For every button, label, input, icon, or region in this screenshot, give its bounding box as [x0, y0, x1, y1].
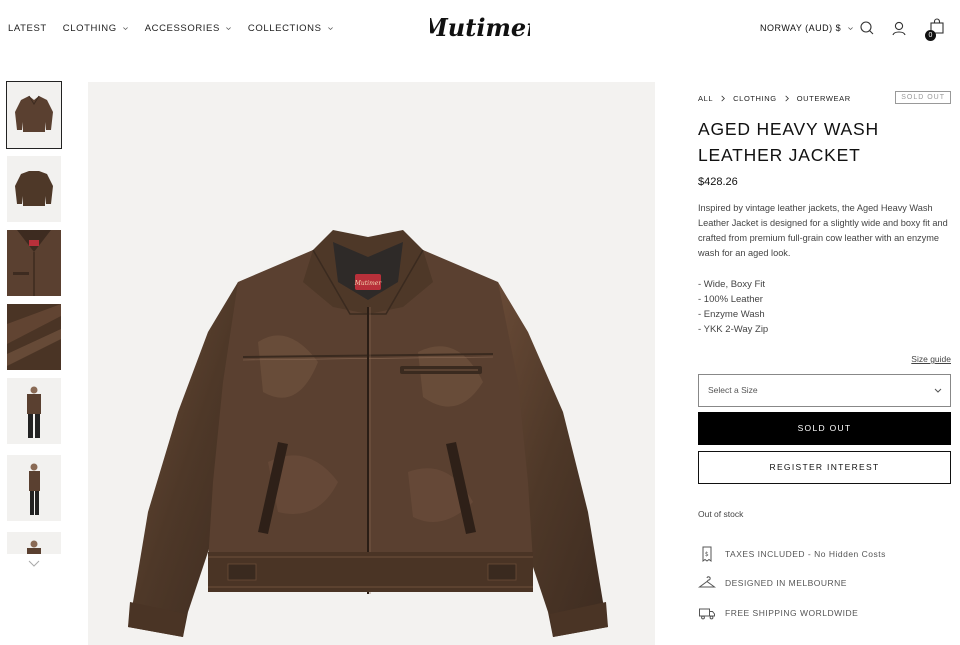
chevron-down-icon: [327, 27, 333, 31]
thumbnail-collar-detail[interactable]: [7, 230, 61, 296]
chevron-down-icon: [934, 388, 942, 393]
chevron-down-icon: [122, 27, 128, 31]
thumbnail-model-front[interactable]: [7, 378, 61, 444]
sold-out-badge: SOLD OUT: [895, 91, 951, 104]
feature-item: - Enzyme Wash: [698, 309, 765, 320]
feature-list: - Wide, Boxy Fit - 100% Leather - Enzyme…: [698, 277, 768, 337]
region-selector[interactable]: NORWAY (AUD) $: [760, 23, 854, 33]
feature-item: - 100% Leather: [698, 294, 763, 305]
perk-label: FREE SHIPPING WORLDWIDE: [725, 608, 859, 618]
brand-logo[interactable]: Mutimer: [430, 12, 530, 44]
chevron-right-icon: [785, 95, 789, 102]
main-product-image[interactable]: Mutimer: [88, 82, 655, 645]
search-icon[interactable]: [859, 20, 875, 36]
breadcrumb-outerwear[interactable]: OUTERWEAR: [797, 94, 851, 103]
thumbnail-jacket-back[interactable]: [7, 156, 61, 222]
product-description: Inspired by vintage leather jackets, the…: [698, 203, 948, 258]
nav-item-latest[interactable]: LATEST: [8, 23, 47, 34]
leather-jacket-image: Mutimer: [88, 82, 655, 645]
thumbnail-jacket-front[interactable]: [6, 81, 62, 149]
nav-label: ACCESSORIES: [144, 23, 220, 34]
truck-icon: [699, 608, 715, 620]
thumbnail-model-side[interactable]: [7, 455, 61, 521]
perk-designed: DESIGNED IN MELBOURNE: [698, 574, 847, 592]
product-price: $428.26: [698, 176, 738, 188]
thumbnail-leather-texture[interactable]: [7, 304, 61, 370]
chevron-down-icon: [226, 27, 231, 31]
breadcrumb-all[interactable]: ALL: [698, 94, 713, 103]
breadcrumb: ALL CLOTHING OUTERWEAR: [698, 94, 851, 103]
hanger-icon: [698, 576, 716, 588]
nav-label: LATEST: [8, 23, 47, 34]
cart-count-badge: 0: [925, 30, 936, 41]
size-guide-link[interactable]: Size guide: [911, 354, 951, 364]
perk-label: TAXES INCLUDED - No Hidden Costs: [725, 549, 886, 559]
svg-text:$: $: [705, 551, 709, 558]
perk-shipping: FREE SHIPPING WORLDWIDE: [698, 604, 858, 622]
svg-text:Mutimer: Mutimer: [354, 280, 383, 287]
chevron-down-icon[interactable]: [28, 560, 40, 568]
region-label: NORWAY (AUD) $: [760, 23, 842, 33]
nav-item-collections[interactable]: COLLECTIONS: [248, 23, 334, 34]
chevron-down-icon: [848, 26, 854, 30]
svg-text:Mutimer: Mutimer: [430, 13, 530, 42]
nav-label: CLOTHING: [62, 23, 117, 34]
feature-item: - YKK 2-Way Zip: [698, 324, 769, 335]
perk-label: DESIGNED IN MELBOURNE: [725, 578, 847, 588]
site-header: LATEST CLOTHING ACCESSORIES COLLECTIONS …: [0, 0, 960, 58]
product-title: AGED HEAVY WASH LEATHER JACKET: [698, 119, 879, 165]
main-nav: LATEST CLOTHING ACCESSORIES COLLECTIONS: [8, 23, 334, 34]
breadcrumb-clothing[interactable]: CLOTHING: [733, 94, 777, 103]
perk-taxes: $ TAXES INCLUDED - No Hidden Costs: [698, 545, 886, 563]
feature-item: - Wide, Boxy Fit: [698, 279, 766, 290]
chevron-right-icon: [721, 95, 726, 102]
sold-out-button[interactable]: SOLD OUT: [698, 412, 951, 445]
thumbnail-model-partial[interactable]: [7, 532, 61, 554]
size-select[interactable]: Select a Size: [698, 374, 951, 407]
nav-label: COLLECTIONS: [247, 23, 322, 34]
register-interest-button[interactable]: REGISTER INTEREST: [698, 451, 951, 484]
account-icon[interactable]: [891, 20, 907, 36]
size-select-placeholder: Select a Size: [708, 385, 758, 395]
nav-item-accessories[interactable]: ACCESSORIES: [145, 23, 232, 34]
nav-item-clothing[interactable]: CLOTHING: [63, 23, 129, 34]
stock-status: Out of stock: [698, 509, 744, 519]
receipt-icon: $: [702, 546, 712, 562]
